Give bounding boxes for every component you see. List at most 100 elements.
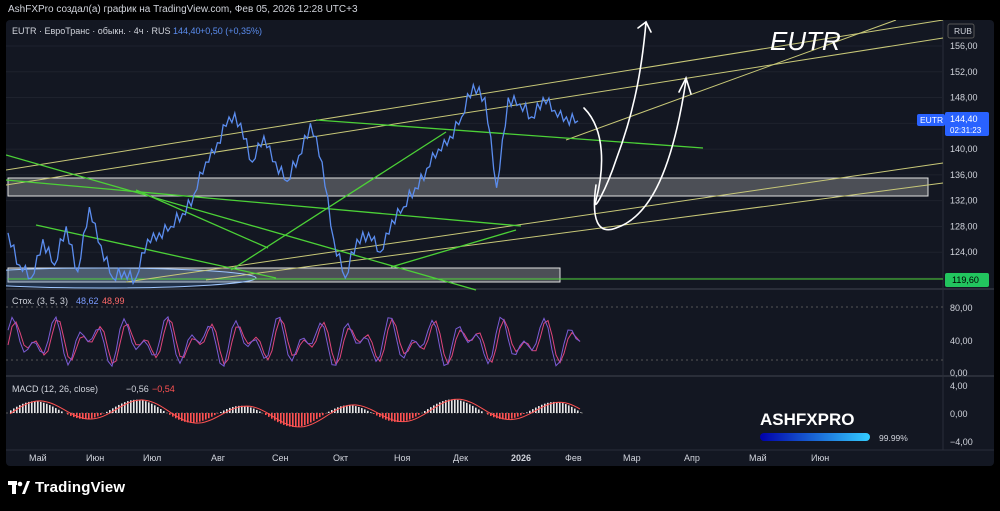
macd-bar bbox=[292, 413, 294, 427]
macd-bar bbox=[136, 399, 138, 413]
macd-bar bbox=[346, 405, 348, 413]
macd-bar bbox=[580, 412, 582, 413]
trend-line-5[interactable] bbox=[315, 119, 704, 149]
chart-svg[interactable]: EUTR · ЕвроТранс · обыкн. · 4ч · RUS 144… bbox=[6, 20, 994, 466]
macd-bar bbox=[214, 413, 216, 416]
macd-bar bbox=[211, 413, 213, 417]
stoch-d-value: 48,99 bbox=[102, 296, 125, 306]
time-axis-label: Авг bbox=[211, 453, 226, 463]
macd-value-1: −0,56 bbox=[126, 384, 149, 394]
macd-bar bbox=[106, 411, 108, 413]
stoch-k-line bbox=[7, 315, 581, 368]
symbol-tag-text: EUTR bbox=[920, 115, 943, 125]
macd-bar bbox=[496, 413, 498, 419]
symbol-info[interactable]: EUTR · ЕвроТранс · обыкн. · 4ч · RUS bbox=[12, 26, 171, 36]
time-axis-label: Июл bbox=[143, 453, 161, 463]
macd-bar bbox=[88, 413, 90, 419]
macd-bar bbox=[526, 412, 528, 413]
channel-base-line[interactable] bbox=[205, 182, 944, 281]
macd-bar bbox=[574, 408, 576, 413]
macd-histogram bbox=[10, 399, 582, 427]
macd-bar bbox=[67, 413, 69, 415]
macd-bar bbox=[163, 410, 165, 413]
macd-bar bbox=[190, 413, 192, 423]
macd-title[interactable]: MACD (12, 26, close) bbox=[12, 384, 98, 394]
macd-bar bbox=[256, 409, 258, 413]
macd-bar bbox=[118, 404, 120, 413]
macd-bar bbox=[358, 406, 360, 413]
time-axis-label: Дек bbox=[453, 453, 468, 463]
macd-bar bbox=[253, 408, 255, 413]
macd-bar bbox=[202, 413, 204, 421]
channel-steep-line[interactable] bbox=[565, 20, 897, 141]
macd-bar bbox=[463, 401, 465, 413]
macd-bar bbox=[562, 403, 564, 413]
macd-bar bbox=[520, 413, 522, 416]
macd-bar bbox=[49, 405, 51, 413]
handdrawn-forecast[interactable] bbox=[583, 20, 692, 231]
attribution-bar: AshFXPro создал(а) график на TradingView… bbox=[0, 0, 1000, 20]
macd-bar bbox=[460, 400, 462, 413]
price-axis-tick: 128,00 bbox=[950, 221, 978, 231]
macd-bar bbox=[61, 411, 63, 413]
macd-bar bbox=[169, 413, 171, 415]
price-axis-tick: 156,00 bbox=[950, 41, 978, 51]
macd-bar bbox=[157, 407, 159, 413]
price-axis[interactable]: 156,00152,00148,00144,00140,00136,00132,… bbox=[950, 41, 978, 283]
resistance-zone[interactable] bbox=[7, 177, 929, 197]
macd-bar bbox=[388, 413, 390, 421]
macd-bar bbox=[121, 403, 123, 413]
level-price: 119,60 bbox=[952, 275, 979, 285]
price-axis-tick: 136,00 bbox=[950, 170, 978, 180]
time-axis-label: 2026 bbox=[511, 453, 531, 463]
trend-line-7[interactable] bbox=[390, 229, 517, 268]
chart-container[interactable]: EUTR · ЕвроТранс · обыкн. · 4ч · RUS 144… bbox=[6, 20, 994, 466]
macd-bar bbox=[43, 402, 45, 413]
macd-bar bbox=[370, 412, 372, 413]
macd-bar bbox=[46, 403, 48, 413]
macd-bar bbox=[571, 406, 573, 413]
macd-axis-0: 0,00 bbox=[950, 409, 968, 419]
macd-bar bbox=[544, 403, 546, 413]
time-axis-label: Июн bbox=[811, 453, 829, 463]
forecast-arrow-1[interactable] bbox=[583, 21, 647, 206]
price-axis-tick: 132,00 bbox=[950, 196, 978, 206]
macd-bar bbox=[277, 413, 279, 423]
macd-bar bbox=[160, 408, 162, 413]
macd-bar bbox=[178, 413, 180, 420]
macd-bar bbox=[337, 407, 339, 413]
macd-bar bbox=[364, 409, 366, 413]
macd-bar bbox=[19, 405, 21, 413]
time-axis-label: Апр bbox=[684, 453, 700, 463]
macd-bar bbox=[409, 413, 411, 420]
macd-axis-neg4: −4,00 bbox=[950, 437, 973, 447]
macd-bar bbox=[403, 413, 405, 422]
time-axis-label: Май bbox=[749, 453, 767, 463]
macd-bar bbox=[406, 413, 408, 421]
macd-bar bbox=[529, 410, 531, 413]
stoch-title[interactable]: Стох. (3, 5, 3) bbox=[12, 296, 68, 306]
macd-bar bbox=[487, 413, 489, 415]
macd-bar bbox=[475, 407, 477, 413]
macd-bar bbox=[232, 406, 234, 413]
macd-bar bbox=[565, 404, 567, 413]
macd-bar bbox=[244, 406, 246, 413]
macd-bar bbox=[355, 406, 357, 413]
time-axis-label: Июн bbox=[86, 453, 104, 463]
time-axis-label: Сен bbox=[272, 453, 289, 463]
macd-bar bbox=[457, 399, 459, 413]
macd-bar bbox=[145, 401, 147, 413]
stoch-axis-0: 0,00 bbox=[950, 368, 968, 378]
tradingview-logo[interactable]: TradingView bbox=[8, 479, 125, 496]
macd-bar bbox=[451, 399, 453, 413]
symbol-last-price: 144,40 bbox=[173, 26, 201, 36]
macd-bar bbox=[373, 413, 375, 414]
channel-mid-line[interactable] bbox=[6, 37, 944, 186]
macd-bar bbox=[142, 400, 144, 413]
macd-bar bbox=[322, 413, 324, 416]
macd-bar bbox=[217, 413, 219, 414]
price-axis-tick: 140,00 bbox=[950, 144, 978, 154]
time-axis[interactable]: Май Июн Июл Авг Сен Окт Ноя Дек 2026 Фев Мар Апр Май… bbox=[29, 453, 829, 463]
macd-bar bbox=[556, 401, 558, 413]
trend-lines[interactable] bbox=[6, 119, 704, 291]
